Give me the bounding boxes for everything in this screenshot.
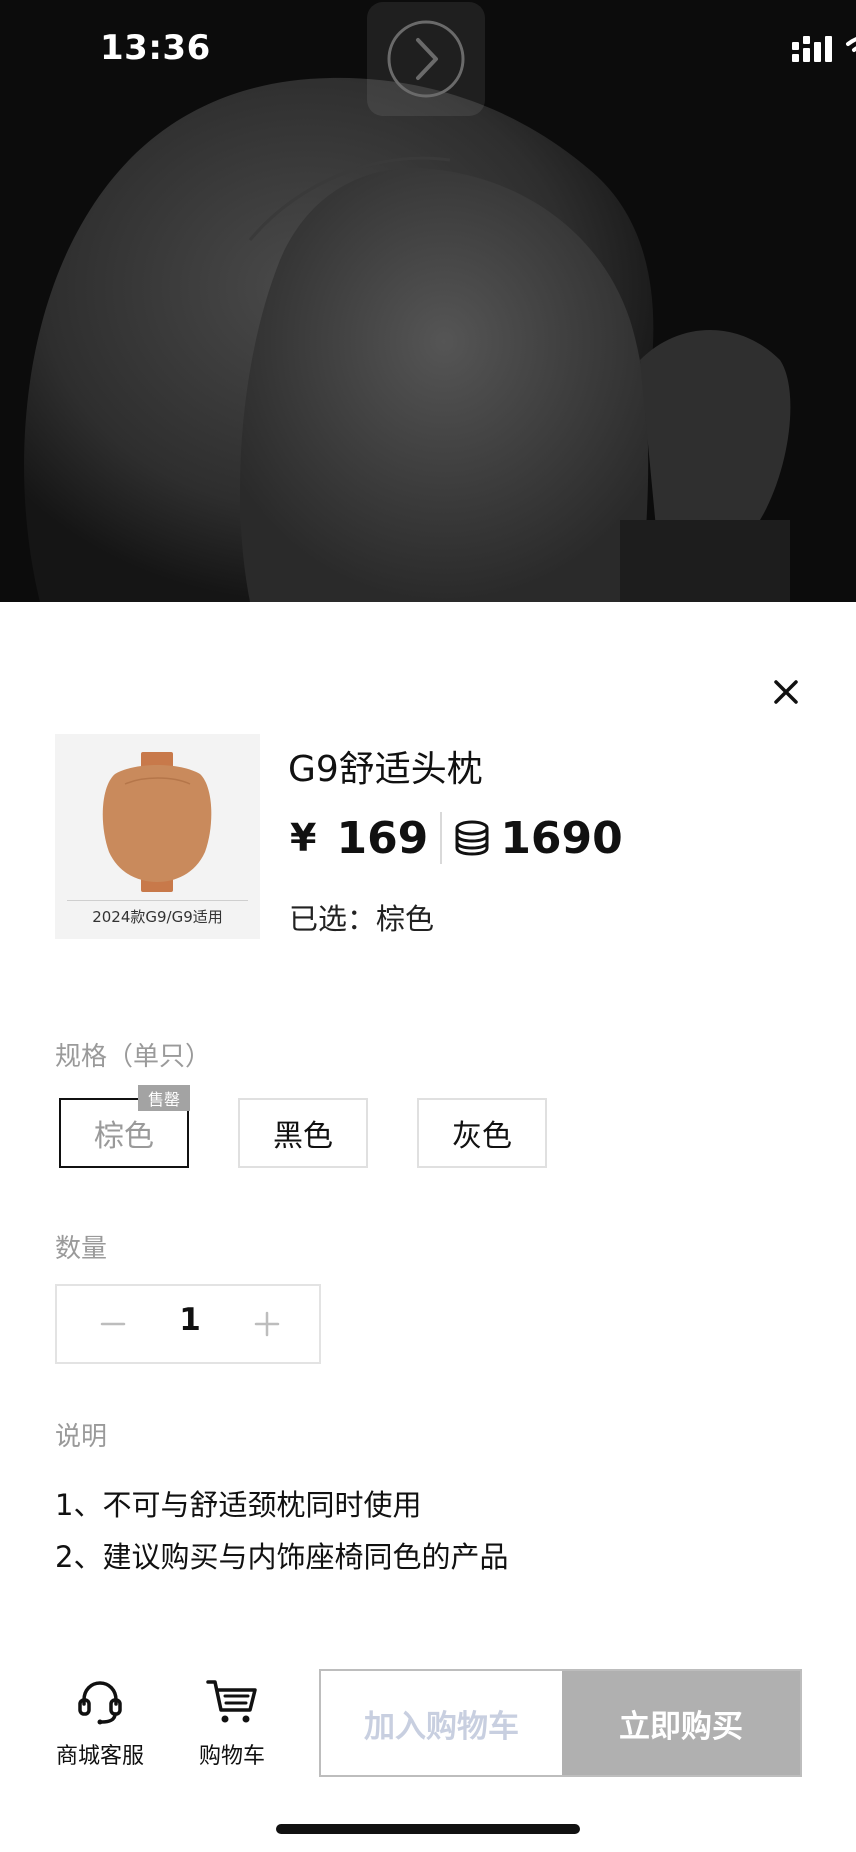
selected-label: 已选： [289,902,377,936]
buy-now-button[interactable]: 立即购买 [562,1671,800,1775]
spec-option-black[interactable]: 黑色 [238,1098,368,1168]
quantity-label: 数量 [55,1234,108,1264]
add-to-cart-button[interactable]: 加入购物车 [321,1671,562,1775]
thumbnail-caption: 2024款G9/G9适用 [92,908,223,926]
home-indicator[interactable] [276,1824,580,1834]
increase-button[interactable] [247,1304,287,1344]
spec-option-gray[interactable]: 灰色 [417,1098,547,1168]
cart-label: 购物车 [198,1744,265,1769]
quantity-value[interactable]: 1 [167,1302,213,1338]
headset-icon [78,1681,122,1725]
currency-symbol: ¥ [290,816,317,860]
close-icon [774,680,798,704]
next-arrow-button[interactable] [367,2,485,116]
plus-icon [254,1311,280,1337]
caption-divider [67,900,248,901]
customer-service-button[interactable]: 商城客服 [30,1676,170,1770]
product-photo-backdrop[interactable]: 13:36 [0,0,856,602]
selected-variant: 已选：棕色 [289,896,434,938]
close-button[interactable] [766,672,806,712]
coin-icon [454,820,490,856]
minus-icon [100,1322,126,1326]
wifi-icon [846,37,856,52]
decrease-button[interactable] [93,1304,133,1344]
price-row: ¥ 169 1690 [290,808,623,868]
customer-service-label: 商城客服 [55,1744,144,1769]
points-value: 1690 [500,812,623,864]
cart-icon [206,1680,257,1723]
chevron-right-icon [387,20,465,98]
status-time: 13:36 [100,28,211,68]
price-value: 169 [336,812,429,864]
description-label: 说明 [55,1422,108,1452]
purchase-button-group: 加入购物车 立即购买 [319,1669,802,1777]
selected-value: 棕色 [376,902,435,936]
product-sheet-screen: 13:36 2024款G9/G9适用 G9舒适头枕 ¥ 169 1690 已选：… [0,0,856,1852]
sold-out-badge: 售罄 [138,1085,190,1111]
price-divider [440,812,443,864]
product-thumbnail: 2024款G9/G9适用 [55,734,260,939]
spec-label: 规格（单只） [55,1042,212,1072]
quantity-stepper: 1 [55,1284,321,1364]
cart-button[interactable]: 购物车 [162,1676,302,1770]
signal-icon [792,36,832,62]
product-title: G9舒适头枕 [288,749,483,790]
description-line: 1、不可与舒适颈枕同时使用 [55,1488,422,1522]
description-line: 2、建议购买与内饰座椅同色的产品 [55,1540,509,1574]
